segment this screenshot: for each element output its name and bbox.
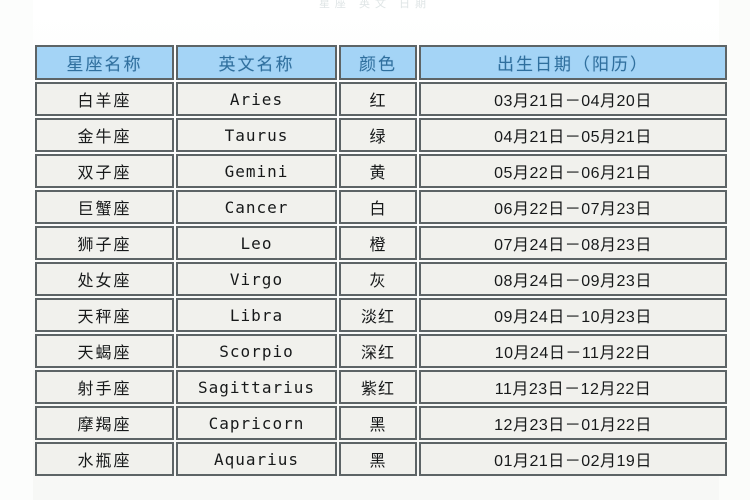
cell-english-name: Leo xyxy=(176,226,337,260)
left-margin-band xyxy=(0,0,33,500)
cell-birth-date: 04月21日－05月21日 xyxy=(419,118,727,152)
table-row: 双子座 Gemini 黄 05月22日－06月21日 xyxy=(35,154,727,188)
cell-zodiac-name: 处女座 xyxy=(35,262,174,296)
cell-zodiac-name: 双子座 xyxy=(35,154,174,188)
table-row: 水瓶座 Aquarius 黑 01月21日－02月19日 xyxy=(35,442,727,476)
cell-birth-date: 06月22日－07月23日 xyxy=(419,190,727,224)
cell-birth-date: 05月22日－06月21日 xyxy=(419,154,727,188)
cell-zodiac-name: 射手座 xyxy=(35,370,174,404)
cell-color: 红 xyxy=(339,82,417,116)
cell-zodiac-name: 水瓶座 xyxy=(35,442,174,476)
table-row: 金牛座 Taurus 绿 04月21日－05月21日 xyxy=(35,118,727,152)
cell-zodiac-name: 狮子座 xyxy=(35,226,174,260)
cell-english-name: Cancer xyxy=(176,190,337,224)
cell-color: 白 xyxy=(339,190,417,224)
cell-zodiac-name: 金牛座 xyxy=(35,118,174,152)
cell-english-name: Libra xyxy=(176,298,337,332)
table-row: 天秤座 Libra 淡红 09月24日－10月23日 xyxy=(35,298,727,332)
table-row: 天蝎座 Scorpio 深红 10月24日－11月22日 xyxy=(35,334,727,368)
cell-birth-date: 09月24日－10月23日 xyxy=(419,298,727,332)
cell-birth-date: 12月23日－01月22日 xyxy=(419,406,727,440)
cell-birth-date: 08月24日－09月23日 xyxy=(419,262,727,296)
cell-color: 橙 xyxy=(339,226,417,260)
cell-color: 紫红 xyxy=(339,370,417,404)
cell-english-name: Aquarius xyxy=(176,442,337,476)
cell-english-name: Scorpio xyxy=(176,334,337,368)
cell-zodiac-name: 巨蟹座 xyxy=(35,190,174,224)
cell-color: 黑 xyxy=(339,406,417,440)
column-header-color: 颜色 xyxy=(339,45,417,80)
table-body: 白羊座 Aries 红 03月21日－04月20日 金牛座 Taurus 绿 04月21日－0… xyxy=(35,82,727,476)
cell-birth-date: 10月24日－11月22日 xyxy=(419,334,727,368)
cell-color: 灰 xyxy=(339,262,417,296)
cell-birth-date: 07月24日－08月23日 xyxy=(419,226,727,260)
cell-color: 黄 xyxy=(339,154,417,188)
column-header-name: 星座名称 xyxy=(35,45,174,80)
cell-english-name: Virgo xyxy=(176,262,337,296)
table-row: 处女座 Virgo 灰 08月24日－09月23日 xyxy=(35,262,727,296)
cell-english-name: Sagittarius xyxy=(176,370,337,404)
cell-color: 淡红 xyxy=(339,298,417,332)
cell-zodiac-name: 天蝎座 xyxy=(35,334,174,368)
cell-color: 绿 xyxy=(339,118,417,152)
cell-color: 深红 xyxy=(339,334,417,368)
cell-zodiac-name: 白羊座 xyxy=(35,82,174,116)
cell-english-name: Capricorn xyxy=(176,406,337,440)
column-header-english: 英文名称 xyxy=(176,45,337,80)
header-row: 星座名称 英文名称 颜色 出生日期（阳历） xyxy=(35,45,727,80)
column-header-date: 出生日期（阳历） xyxy=(419,45,727,80)
cell-english-name: Aries xyxy=(176,82,337,116)
table-row: 射手座 Sagittarius 紫红 11月23日－12月22日 xyxy=(35,370,727,404)
zodiac-table: 星座名称 英文名称 颜色 出生日期（阳历） 白羊座 Aries 红 03月21日－04… xyxy=(33,43,729,478)
cell-zodiac-name: 天秤座 xyxy=(35,298,174,332)
table-row: 巨蟹座 Cancer 白 06月22日－07月23日 xyxy=(35,190,727,224)
cell-birth-date: 01月21日－02月19日 xyxy=(419,442,727,476)
table-row: 狮子座 Leo 橙 07月24日－08月23日 xyxy=(35,226,727,260)
cell-color: 黑 xyxy=(339,442,417,476)
table-row: 摩羯座 Capricorn 黑 12月23日－01月22日 xyxy=(35,406,727,440)
cell-zodiac-name: 摩羯座 xyxy=(35,406,174,440)
table-header: 星座名称 英文名称 颜色 出生日期（阳历） xyxy=(35,45,727,80)
cell-birth-date: 03月21日－04月20日 xyxy=(419,82,727,116)
cell-english-name: Gemini xyxy=(176,154,337,188)
cell-birth-date: 11月23日－12月22日 xyxy=(419,370,727,404)
cropped-header-remnant: 星座 英文 日期 xyxy=(318,0,432,10)
table-row: 白羊座 Aries 红 03月21日－04月20日 xyxy=(35,82,727,116)
cell-english-name: Taurus xyxy=(176,118,337,152)
